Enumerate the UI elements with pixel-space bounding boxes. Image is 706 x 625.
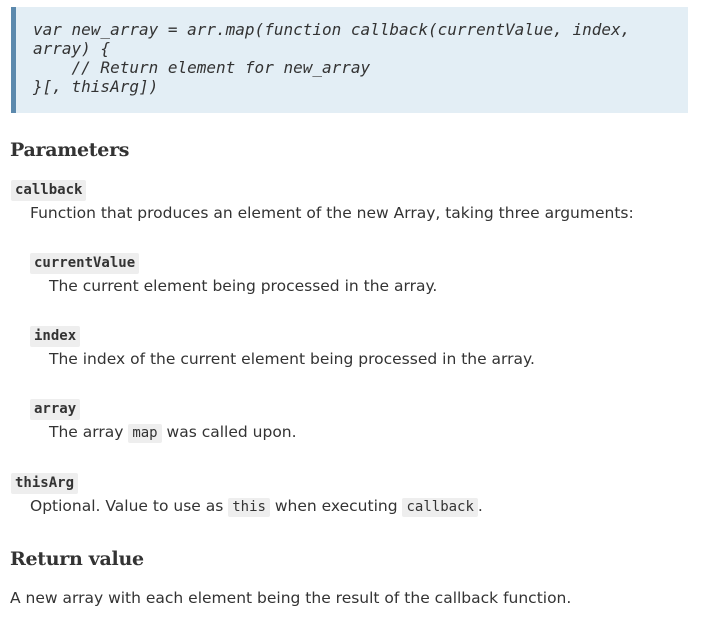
param-callback: callback xyxy=(11,180,87,201)
syntax-code: var new_array = arr.map(function callbac… xyxy=(33,20,630,96)
thisArg-desc-pre: Optional. Value to use as xyxy=(30,497,229,515)
param-thisArg: thisArg xyxy=(11,473,79,494)
return-description: A new array with each element being the … xyxy=(10,589,572,607)
callback-description: Function that produces an element of the… xyxy=(30,204,634,222)
parameters-heading: Parameters xyxy=(10,139,130,161)
inline-code-map: map xyxy=(128,424,162,443)
index-description: The index of the current element being p… xyxy=(49,350,535,368)
return-value-heading: Return value xyxy=(10,548,144,570)
syntax-line-4: }[, thisArg]) xyxy=(33,77,159,96)
param-currentValue: currentValue xyxy=(30,253,140,274)
array-description: The array map was called upon. xyxy=(49,422,297,443)
inline-code-callback: callback xyxy=(402,498,478,517)
syntax-line-1: var new_array = arr.map(function callbac… xyxy=(33,20,631,39)
inline-code-this: this xyxy=(228,498,270,517)
array-desc-pre: The array xyxy=(49,423,129,441)
syntax-line-2: array) { xyxy=(33,39,111,58)
array-desc-post: was called upon. xyxy=(161,423,297,441)
syntax-line-3: // Return element for new_array xyxy=(33,58,371,77)
thisArg-desc-mid: when executing xyxy=(269,497,403,515)
thisArg-description: Optional. Value to use as this when exec… xyxy=(30,496,483,517)
param-index: index xyxy=(30,326,81,347)
syntax-box: var new_array = arr.map(function callbac… xyxy=(11,7,688,113)
thisArg-desc-post: . xyxy=(477,497,483,515)
currentValue-description: The current element being processed in t… xyxy=(49,277,438,295)
param-array: array xyxy=(30,399,81,420)
